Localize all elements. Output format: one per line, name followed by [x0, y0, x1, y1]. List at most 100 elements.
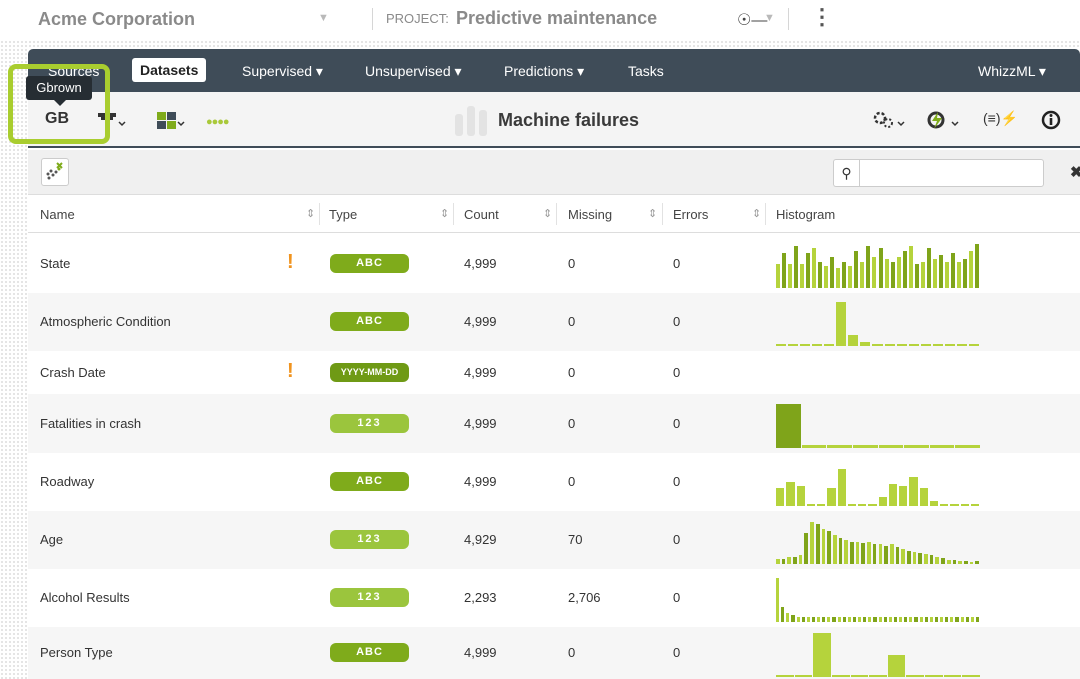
clear-icon[interactable]: ✖: [1070, 163, 1080, 181]
histogram-bar: [975, 617, 979, 622]
info-icon[interactable]: [1041, 110, 1061, 135]
histogram[interactable]: [776, 243, 981, 288]
histogram-bar: [968, 250, 973, 288]
field-count: 4,999: [464, 415, 497, 431]
histogram-bar: [960, 504, 969, 506]
nav-datasets[interactable]: Datasets: [132, 58, 207, 82]
configure-icon[interactable]: [872, 110, 906, 135]
histogram-bar: [914, 617, 918, 622]
column-name[interactable]: Name: [40, 207, 75, 222]
histogram-bar: [878, 444, 904, 448]
histogram-bar: [800, 263, 805, 288]
histogram-bar: [906, 675, 925, 677]
nav-whizzml[interactable]: WhizzML ▾: [978, 63, 1046, 80]
column-type[interactable]: Type: [329, 207, 357, 222]
histogram-bar: [858, 504, 867, 506]
table-row[interactable]: Atmospheric Condition ABC 4,999 0 0: [28, 293, 1080, 351]
nav-supervised[interactable]: Supervised ▾: [242, 63, 323, 80]
histogram-bar: [832, 617, 836, 622]
histogram-bar: [815, 524, 820, 564]
field-name: Crash Date: [40, 364, 106, 380]
sort-icon[interactable]: ⇕: [440, 207, 449, 220]
column-missing[interactable]: Missing: [568, 207, 612, 222]
histogram-bar: [788, 344, 799, 346]
table-row[interactable]: Age 123 4,929 70 0: [28, 511, 1080, 569]
field-missing: 70: [568, 532, 583, 547]
histogram-bar: [929, 555, 934, 564]
histogram[interactable]: [776, 403, 981, 448]
search-icon[interactable]: ⚲: [833, 159, 859, 187]
histogram-bar: [970, 617, 974, 622]
histogram-bar: [883, 617, 887, 622]
histogram-bar: [872, 256, 877, 288]
table-row[interactable]: State! ABC 4,999 0 0: [28, 234, 1080, 293]
nav-tasks[interactable]: Tasks: [628, 63, 664, 79]
project-name[interactable]: Predictive maintenance: [456, 8, 657, 29]
histogram-bar: [817, 617, 821, 622]
histogram-bar: [801, 444, 827, 448]
column-errors[interactable]: Errors: [673, 207, 708, 222]
main-nav: Sources Datasets Supervised ▾ Unsupervis…: [28, 49, 1080, 92]
divider: [662, 203, 663, 225]
histogram-bar: [836, 267, 841, 288]
histogram-bar: [837, 617, 841, 622]
histogram-bar: [962, 675, 980, 677]
field-name: Person Type: [40, 645, 113, 660]
nav-unsupervised[interactable]: Unsupervised ▾: [365, 63, 462, 80]
histogram[interactable]: [776, 633, 981, 677]
sample-icon[interactable]: [155, 110, 185, 135]
histogram-bar: [938, 254, 943, 288]
histogram-bar: [810, 522, 814, 564]
histogram-bar: [848, 265, 853, 288]
table-row[interactable]: Person Type ABC 4,999 0 0: [28, 627, 1080, 679]
one-click-icon[interactable]: [926, 110, 960, 135]
histogram-bar: [970, 504, 979, 506]
organization-name[interactable]: Acme Corporation: [38, 9, 195, 30]
table-row[interactable]: Fatalities in crash 123 4,999 0 0: [28, 394, 1080, 453]
dataset-toolbar: GB ●●●● Machine failures (≡)⚡: [28, 92, 1080, 148]
divider: [556, 203, 557, 225]
table-row[interactable]: Crash Date! YYYY-MM-DD 4,999 0 0: [28, 351, 1080, 394]
histogram-bar: [925, 675, 943, 677]
warning-icon: !: [287, 250, 294, 273]
histogram-bar: [950, 252, 955, 288]
histogram-bar: [908, 344, 919, 346]
histogram[interactable]: [776, 520, 981, 564]
progress-dots-icon: ●●●●: [206, 116, 230, 128]
field-missing: 0: [568, 255, 576, 271]
table-row[interactable]: Alcohol Results 123 2,293 2,706 0: [28, 569, 1080, 627]
histogram-bar: [847, 617, 851, 622]
histogram[interactable]: [776, 302, 981, 346]
histogram-bar: [945, 617, 949, 622]
histogram-bar: [796, 617, 800, 622]
field-count: 4,999: [464, 314, 497, 329]
histogram-bar: [941, 558, 945, 564]
more-options-icon[interactable]: ⋮: [811, 4, 833, 30]
formula-icon[interactable]: (≡)⚡: [983, 110, 1018, 127]
sort-icon[interactable]: ⇕: [752, 207, 761, 220]
sort-icon[interactable]: ⇕: [306, 207, 315, 220]
histogram-bar: [791, 615, 795, 622]
histogram-bar: [827, 488, 836, 506]
key-icon[interactable]: ☉—: [737, 10, 767, 30]
histogram[interactable]: [776, 578, 981, 622]
histogram-bar: [940, 504, 949, 506]
histogram[interactable]: [776, 462, 981, 506]
column-count[interactable]: Count: [464, 207, 499, 222]
histogram-bar: [960, 617, 964, 622]
org-dropdown-icon[interactable]: ▼: [318, 12, 329, 24]
histogram-bar: [872, 544, 877, 564]
scatterplot-icon[interactable]: [41, 158, 69, 186]
key-dropdown-icon[interactable]: ▼: [764, 12, 775, 24]
table-row[interactable]: Roadway ABC 4,999 0 0: [28, 453, 1080, 511]
histogram-bar: [794, 245, 799, 288]
histogram-bar: [788, 263, 793, 288]
histogram-bar: [899, 617, 903, 622]
nav-predictions[interactable]: Predictions ▾: [504, 63, 584, 80]
histogram-bar: [899, 486, 908, 506]
sort-icon[interactable]: ⇕: [648, 207, 657, 220]
histogram-bar: [956, 344, 967, 346]
search-input[interactable]: [859, 159, 1044, 187]
sort-icon[interactable]: ⇕: [543, 207, 552, 220]
histogram-bar: [806, 252, 811, 288]
